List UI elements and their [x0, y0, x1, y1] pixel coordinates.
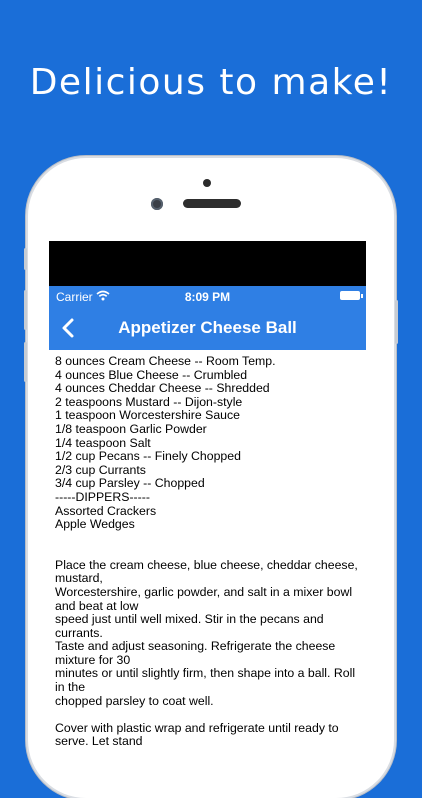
ingredient-line: 1/4 teaspoon Salt [55, 435, 151, 450]
ingredient-line: 1/2 cup Pecans -- Finely Chopped [55, 449, 241, 464]
ingredient-line: 1/8 teaspoon Garlic Powder [55, 421, 207, 436]
instruction-line: speed just until well mixed. Stir in the… [55, 612, 324, 640]
status-bar: Carrier 8:09 PM [49, 286, 366, 306]
power-button [395, 300, 398, 344]
recipe-content: 8 ounces Cream Cheese -- Room Temp. 4 ou… [55, 355, 361, 750]
instruction-line: chopped parsley to coat well. [55, 693, 214, 708]
ingredient-line: 2 teaspoons Mustard -- Dijon-style [55, 394, 243, 409]
ingredient-line: Apple Wedges [55, 517, 135, 532]
volume-down-button [24, 342, 27, 382]
app-view: Carrier 8:09 PM Appetizer Cheese Ball 8 … [49, 286, 366, 750]
ingredient-line: 2/3 cup Currants [55, 462, 146, 477]
dippers-heading: -----DIPPERS----- [55, 489, 150, 504]
instructions-paragraph: Place the cream cheese, blue cheese, che… [55, 557, 361, 709]
page-title: Appetizer Cheese Ball [118, 318, 297, 337]
mute-switch [24, 248, 27, 270]
instruction-line: Cover with plastic wrap and refrigerate … [55, 720, 339, 749]
instruction-line: Taste and adjust seasoning. Refrigerate … [55, 639, 336, 667]
ingredient-line: 1 teaspoon Worcestershire Sauce [55, 408, 241, 423]
instruction-line: minutes or until slightly firm, then sha… [55, 666, 356, 695]
ingredient-line: 4 ounces Blue Cheese -- Crumbled [55, 367, 248, 382]
navigation-bar: Appetizer Cheese Ball [49, 306, 366, 350]
headline: Delicious to make! [29, 62, 393, 103]
ingredient-line: 3/4 cup Parsley -- Chopped [55, 476, 205, 491]
ingredient-list: 8 ounces Cream Cheese -- Room Temp. 4 ou… [55, 355, 361, 532]
instructions-paragraph-2: Cover with plastic wrap and refrigerate … [55, 720, 361, 749]
phone-screen: Carrier 8:09 PM Appetizer Cheese Ball 8 … [49, 241, 366, 750]
proximity-sensor [203, 179, 211, 187]
battery-icon [340, 291, 363, 300]
ingredient-line: 8 ounces Cream Cheese -- Room Temp. [55, 355, 276, 368]
status-time: 8:09 PM [184, 290, 231, 304]
ingredient-line: Assorted Crackers [55, 503, 157, 518]
front-camera [151, 198, 163, 210]
ingredient-line: 4 ounces Cheddar Cheese -- Shredded [55, 381, 270, 396]
volume-up-button [24, 290, 27, 330]
instruction-line: Place the cream cheese, blue cheese, che… [55, 557, 358, 586]
instruction-line: Worcestershire, garlic powder, and salt … [55, 584, 353, 613]
earpiece-speaker [183, 199, 241, 208]
